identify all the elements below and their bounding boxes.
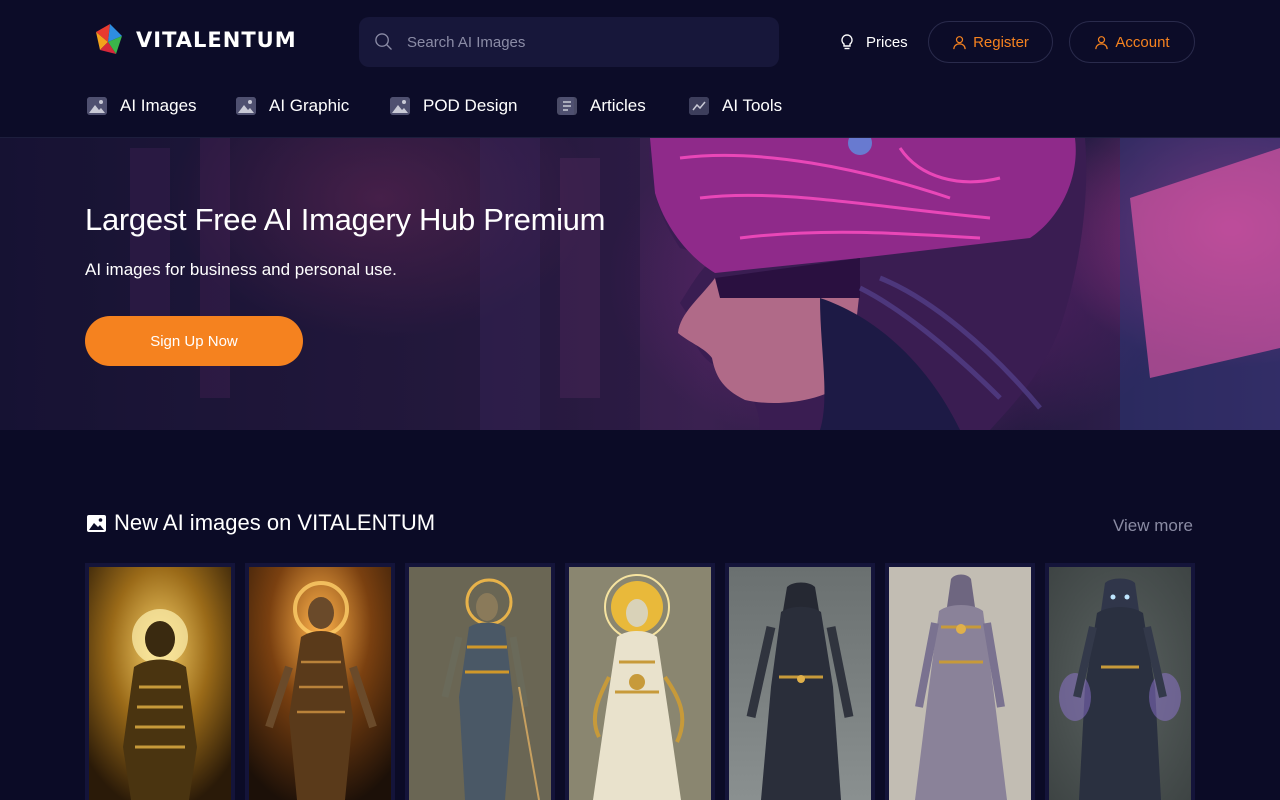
nav-item-ai-images[interactable]: AI Images (87, 96, 197, 116)
hero-banner: Largest Free AI Imagery Hub Premium AI i… (0, 138, 1280, 430)
image-icon (87, 97, 107, 115)
prices-link[interactable]: Prices (838, 28, 908, 56)
register-label: Register (973, 33, 1029, 51)
hero-subtitle: AI images for business and personal use. (85, 260, 397, 279)
image-icon (87, 514, 106, 532)
account-label: Account (1115, 33, 1170, 51)
nav-item-pod-design[interactable]: POD Design (390, 96, 517, 116)
image-card[interactable] (565, 563, 715, 800)
lightbulb-icon (841, 34, 853, 50)
category-nav: AI Images AI Graphic POD Design Articles… (0, 84, 1280, 138)
nav-item-label: Articles (590, 96, 646, 115)
image-icon (236, 97, 256, 115)
section-title-new-images: New AI images on VITALENTUM (87, 510, 435, 536)
search-icon[interactable] (374, 32, 393, 51)
hero-title: Largest Free AI Imagery Hub Premium (85, 202, 606, 237)
register-button[interactable]: Register (928, 21, 1053, 63)
account-button[interactable]: Account (1069, 21, 1195, 63)
image-thumbnail (409, 567, 551, 800)
image-card[interactable] (725, 563, 875, 800)
view-more-link[interactable]: View more (1113, 516, 1193, 536)
logo-mark-icon (96, 24, 122, 54)
nav-item-articles[interactable]: Articles (557, 96, 646, 116)
image-card[interactable] (85, 563, 235, 800)
sign-up-button[interactable]: Sign Up Now (85, 316, 303, 366)
hero-cyberpunk-illustration (0, 138, 1280, 430)
user-icon (1095, 35, 1109, 49)
image-icon (390, 97, 410, 115)
nav-item-label: POD Design (423, 96, 518, 115)
image-card[interactable] (1045, 563, 1195, 800)
document-icon (557, 97, 577, 115)
nav-item-label: AI Tools (722, 96, 783, 115)
image-card[interactable] (405, 563, 555, 800)
chart-icon (689, 97, 709, 115)
search-input[interactable] (407, 17, 767, 67)
nav-item-ai-graphic[interactable]: AI Graphic (236, 96, 349, 116)
image-thumbnail (249, 567, 391, 800)
image-thumbnail (569, 567, 711, 800)
user-icon (953, 35, 966, 49)
image-card[interactable] (245, 563, 395, 800)
brand-name: VITALENTUM (136, 28, 297, 52)
brand-logo[interactable]: VITALENTUM (94, 22, 297, 58)
nav-item-ai-tools[interactable]: AI Tools (689, 96, 782, 116)
image-thumbnail (1049, 567, 1191, 800)
image-thumbnail (729, 567, 871, 800)
nav-item-label: AI Graphic (269, 96, 350, 115)
image-thumbnail (889, 567, 1031, 800)
section-title-text: New AI images on VITALENTUM (114, 510, 436, 535)
search-bar (359, 17, 779, 67)
nav-item-label: AI Images (120, 96, 197, 115)
image-thumbnail (89, 567, 231, 800)
image-card[interactable] (885, 563, 1035, 800)
image-gallery (85, 563, 1195, 800)
prices-label: Prices (866, 33, 908, 51)
top-header: VITALENTUM Prices Register Account (0, 0, 1280, 84)
